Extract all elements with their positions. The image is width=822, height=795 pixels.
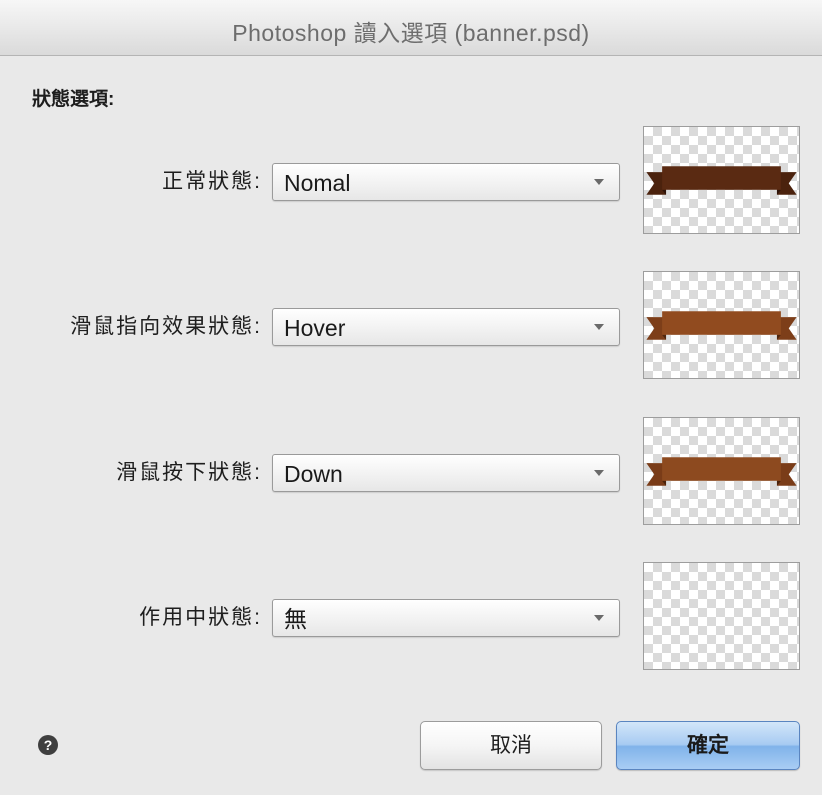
window-title: Photoshop 讀入選項 (banner.psd) xyxy=(232,20,590,46)
cancel-button[interactable]: 取消 xyxy=(420,721,602,770)
section-title: 狀態選項: xyxy=(32,89,115,110)
banner-image xyxy=(646,166,797,195)
banner-body xyxy=(662,311,781,335)
state-label-down: 滑鼠按下狀態: xyxy=(116,461,262,484)
state-row-hover: 滑鼠指向效果狀態: Hover xyxy=(0,271,822,379)
dropdown-arrow-icon xyxy=(594,179,604,185)
select-value: Hover xyxy=(284,315,346,341)
state-select-normal[interactable]: Nomal xyxy=(272,163,620,201)
state-select-hover[interactable]: Hover xyxy=(272,308,620,346)
select-value: Down xyxy=(284,461,343,487)
select-value: Nomal xyxy=(284,170,351,196)
state-label-hover: 滑鼠指向效果狀態: xyxy=(70,315,262,338)
state-row-down: 滑鼠按下狀態: Down xyxy=(0,417,822,525)
state-select-down[interactable]: Down xyxy=(272,454,620,492)
state-row-active: 作用中狀態: 無 xyxy=(0,562,822,670)
state-label-normal: 正常狀態: xyxy=(162,170,262,193)
dropdown-arrow-icon xyxy=(594,615,604,621)
banner-image xyxy=(646,311,797,340)
preview-active xyxy=(643,562,800,670)
state-label-active: 作用中狀態: xyxy=(139,606,262,629)
dropdown-arrow-icon xyxy=(594,470,604,476)
title-bar[interactable]: Photoshop 讀入選項 (banner.psd) xyxy=(0,0,822,56)
banner-body xyxy=(662,457,781,481)
help-glyph: ? xyxy=(43,737,53,753)
photoshop-import-dialog: Photoshop 讀入選項 (banner.psd) 狀態選項: 正常狀態: … xyxy=(0,0,822,795)
banner-image xyxy=(646,457,797,486)
preview-down xyxy=(643,417,800,525)
select-value: 無 xyxy=(284,606,307,632)
state-row-normal: 正常狀態: Nomal xyxy=(0,126,822,234)
dropdown-arrow-icon xyxy=(594,324,604,330)
help-icon[interactable]: ? xyxy=(38,735,58,755)
state-select-active[interactable]: 無 xyxy=(272,599,620,637)
ok-button[interactable]: 確定 xyxy=(616,721,800,770)
banner-body xyxy=(662,166,781,190)
preview-normal xyxy=(643,126,800,234)
preview-hover xyxy=(643,271,800,379)
